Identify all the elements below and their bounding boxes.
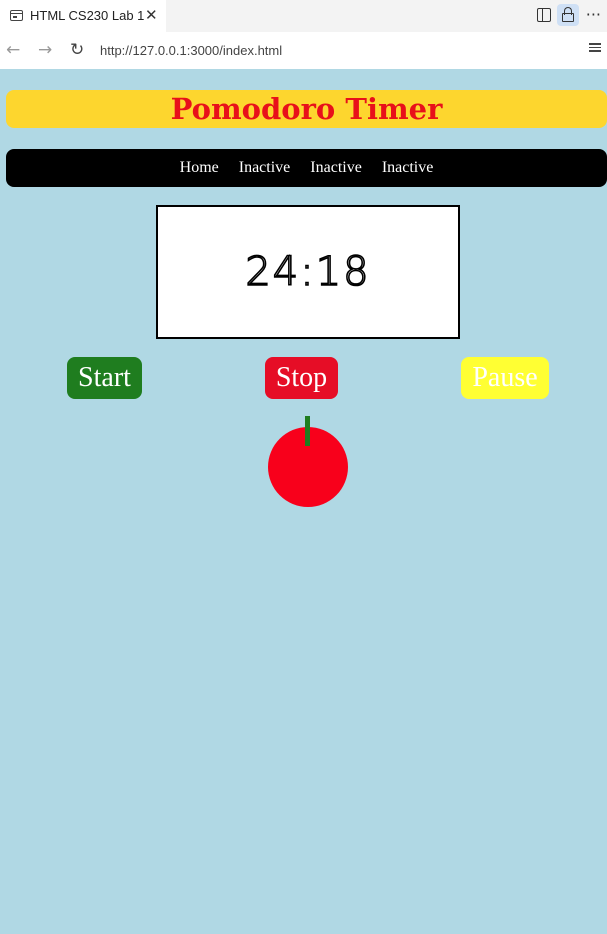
timer-display: 24:18 [156,205,460,339]
split-screen-icon[interactable] [537,8,551,22]
stop-button[interactable]: Stop [265,357,338,399]
menu-icon[interactable] [589,43,601,54]
tab-title: HTML CS230 Lab 1 [30,8,145,23]
more-icon[interactable]: ··· [586,5,601,24]
window-controls: ··· [507,0,607,32]
reload-icon[interactable]: ↻ [70,40,84,60]
timer-value: 24:18 [245,248,371,296]
browser-tab[interactable]: HTML CS230 Lab 1 ✕ [0,0,166,32]
lock-icon[interactable] [557,4,579,26]
nav-link-inactive-2[interactable]: Inactive [310,159,362,177]
title-banner: Pomodoro Timer [6,90,607,128]
address-bar: ← → ↻ http://127.0.0.1:3000/index.html [0,32,607,69]
page-title: Pomodoro Timer [170,92,443,126]
nav-bar: Home Inactive Inactive Inactive [6,149,607,187]
pause-button[interactable]: Pause [461,357,549,399]
tomato-stem-icon [305,416,310,446]
url-field[interactable]: http://127.0.0.1:3000/index.html [100,43,282,58]
close-icon[interactable]: ✕ [145,6,158,24]
page-icon [10,10,23,21]
nav-link-home[interactable]: Home [180,159,219,177]
forward-icon[interactable]: → [38,40,52,60]
start-button[interactable]: Start [67,357,142,399]
nav-link-inactive-1[interactable]: Inactive [239,159,291,177]
browser-tab-bar: HTML CS230 Lab 1 ✕ ··· [0,0,607,32]
nav-link-inactive-3[interactable]: Inactive [382,159,434,177]
back-icon[interactable]: ← [6,40,20,60]
